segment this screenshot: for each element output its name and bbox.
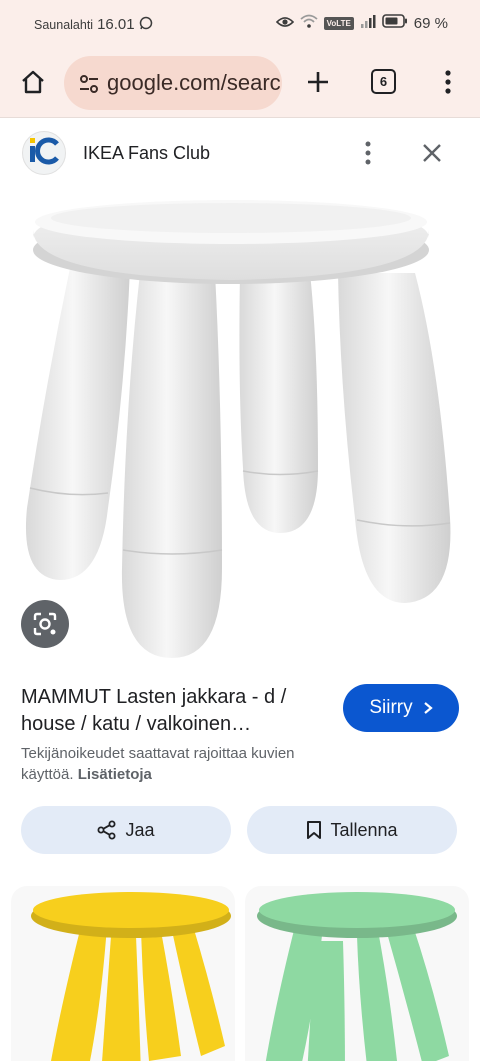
signal-icon [360, 14, 376, 32]
visit-button-label: Siirry [369, 697, 413, 718]
status-right: VoLTE 69 % [275, 14, 448, 32]
browser-menu-button[interactable] [436, 65, 460, 99]
site-favicon [22, 131, 66, 175]
home-icon [22, 70, 44, 94]
close-icon [423, 144, 441, 162]
main-product-image[interactable] [0, 188, 480, 662]
chevron-right-icon [423, 702, 433, 714]
white-stool-image [25, 200, 451, 658]
share-button[interactable]: Jaa [21, 806, 231, 854]
related-image-green-stool[interactable] [245, 886, 469, 1061]
clock: 16.01 [97, 16, 135, 33]
home-button[interactable] [16, 65, 50, 99]
plus-icon [308, 72, 328, 92]
close-button[interactable] [418, 139, 446, 167]
share-label: Jaa [125, 819, 155, 840]
tune-icon[interactable] [78, 73, 100, 95]
lens-icon [33, 612, 57, 636]
copyright-text: Tekijänoikeudet saattavat rajoittaa kuvi… [21, 745, 295, 783]
share-icon [97, 820, 116, 840]
wifi-icon [300, 14, 318, 32]
volte-badge: VoLTE [323, 16, 354, 30]
related-image-yellow-stool[interactable] [11, 886, 235, 1061]
result-title[interactable]: MAMMUT Lasten jakkara - d / house / katu… [21, 684, 331, 738]
bookmark-icon [307, 821, 322, 839]
tab-switcher-button[interactable]: 6 [371, 69, 396, 94]
yellow-stool-image [31, 892, 231, 1061]
browser-toolbar: google.com/search 6 [0, 52, 480, 118]
more-vert-icon [445, 70, 451, 94]
save-button[interactable]: Tallenna [247, 806, 457, 854]
source-name[interactable]: IKEA Fans Club [83, 143, 210, 164]
green-stool-image [257, 892, 457, 1061]
status-left: Saunalahti 16.01 [34, 16, 153, 33]
new-tab-button[interactable] [301, 65, 335, 99]
whatsapp-icon [139, 16, 153, 33]
battery-percent: 69 % [413, 14, 448, 32]
more-vert-icon [365, 141, 371, 165]
battery-icon [381, 14, 408, 32]
visit-button[interactable]: Siirry [343, 684, 459, 732]
copyright-notice: Tekijänoikeudet saattavat rajoittaa kuvi… [21, 743, 351, 785]
lens-search-button[interactable] [21, 600, 69, 648]
learn-more-link[interactable]: Lisätietoja [78, 766, 152, 783]
more-options-button[interactable] [356, 139, 380, 167]
url-text: google.com/search [107, 70, 282, 95]
eye-icon [275, 15, 294, 32]
favicon-logo [27, 135, 61, 172]
save-label: Tallenna [330, 819, 398, 840]
source-header: IKEA Fans Club [0, 119, 480, 187]
carrier-name: Saunalahti [34, 17, 94, 32]
url-bar[interactable]: google.com/search [64, 56, 282, 110]
status-bar: Saunalahti 16.01 VoLTE 69 % [0, 0, 480, 52]
